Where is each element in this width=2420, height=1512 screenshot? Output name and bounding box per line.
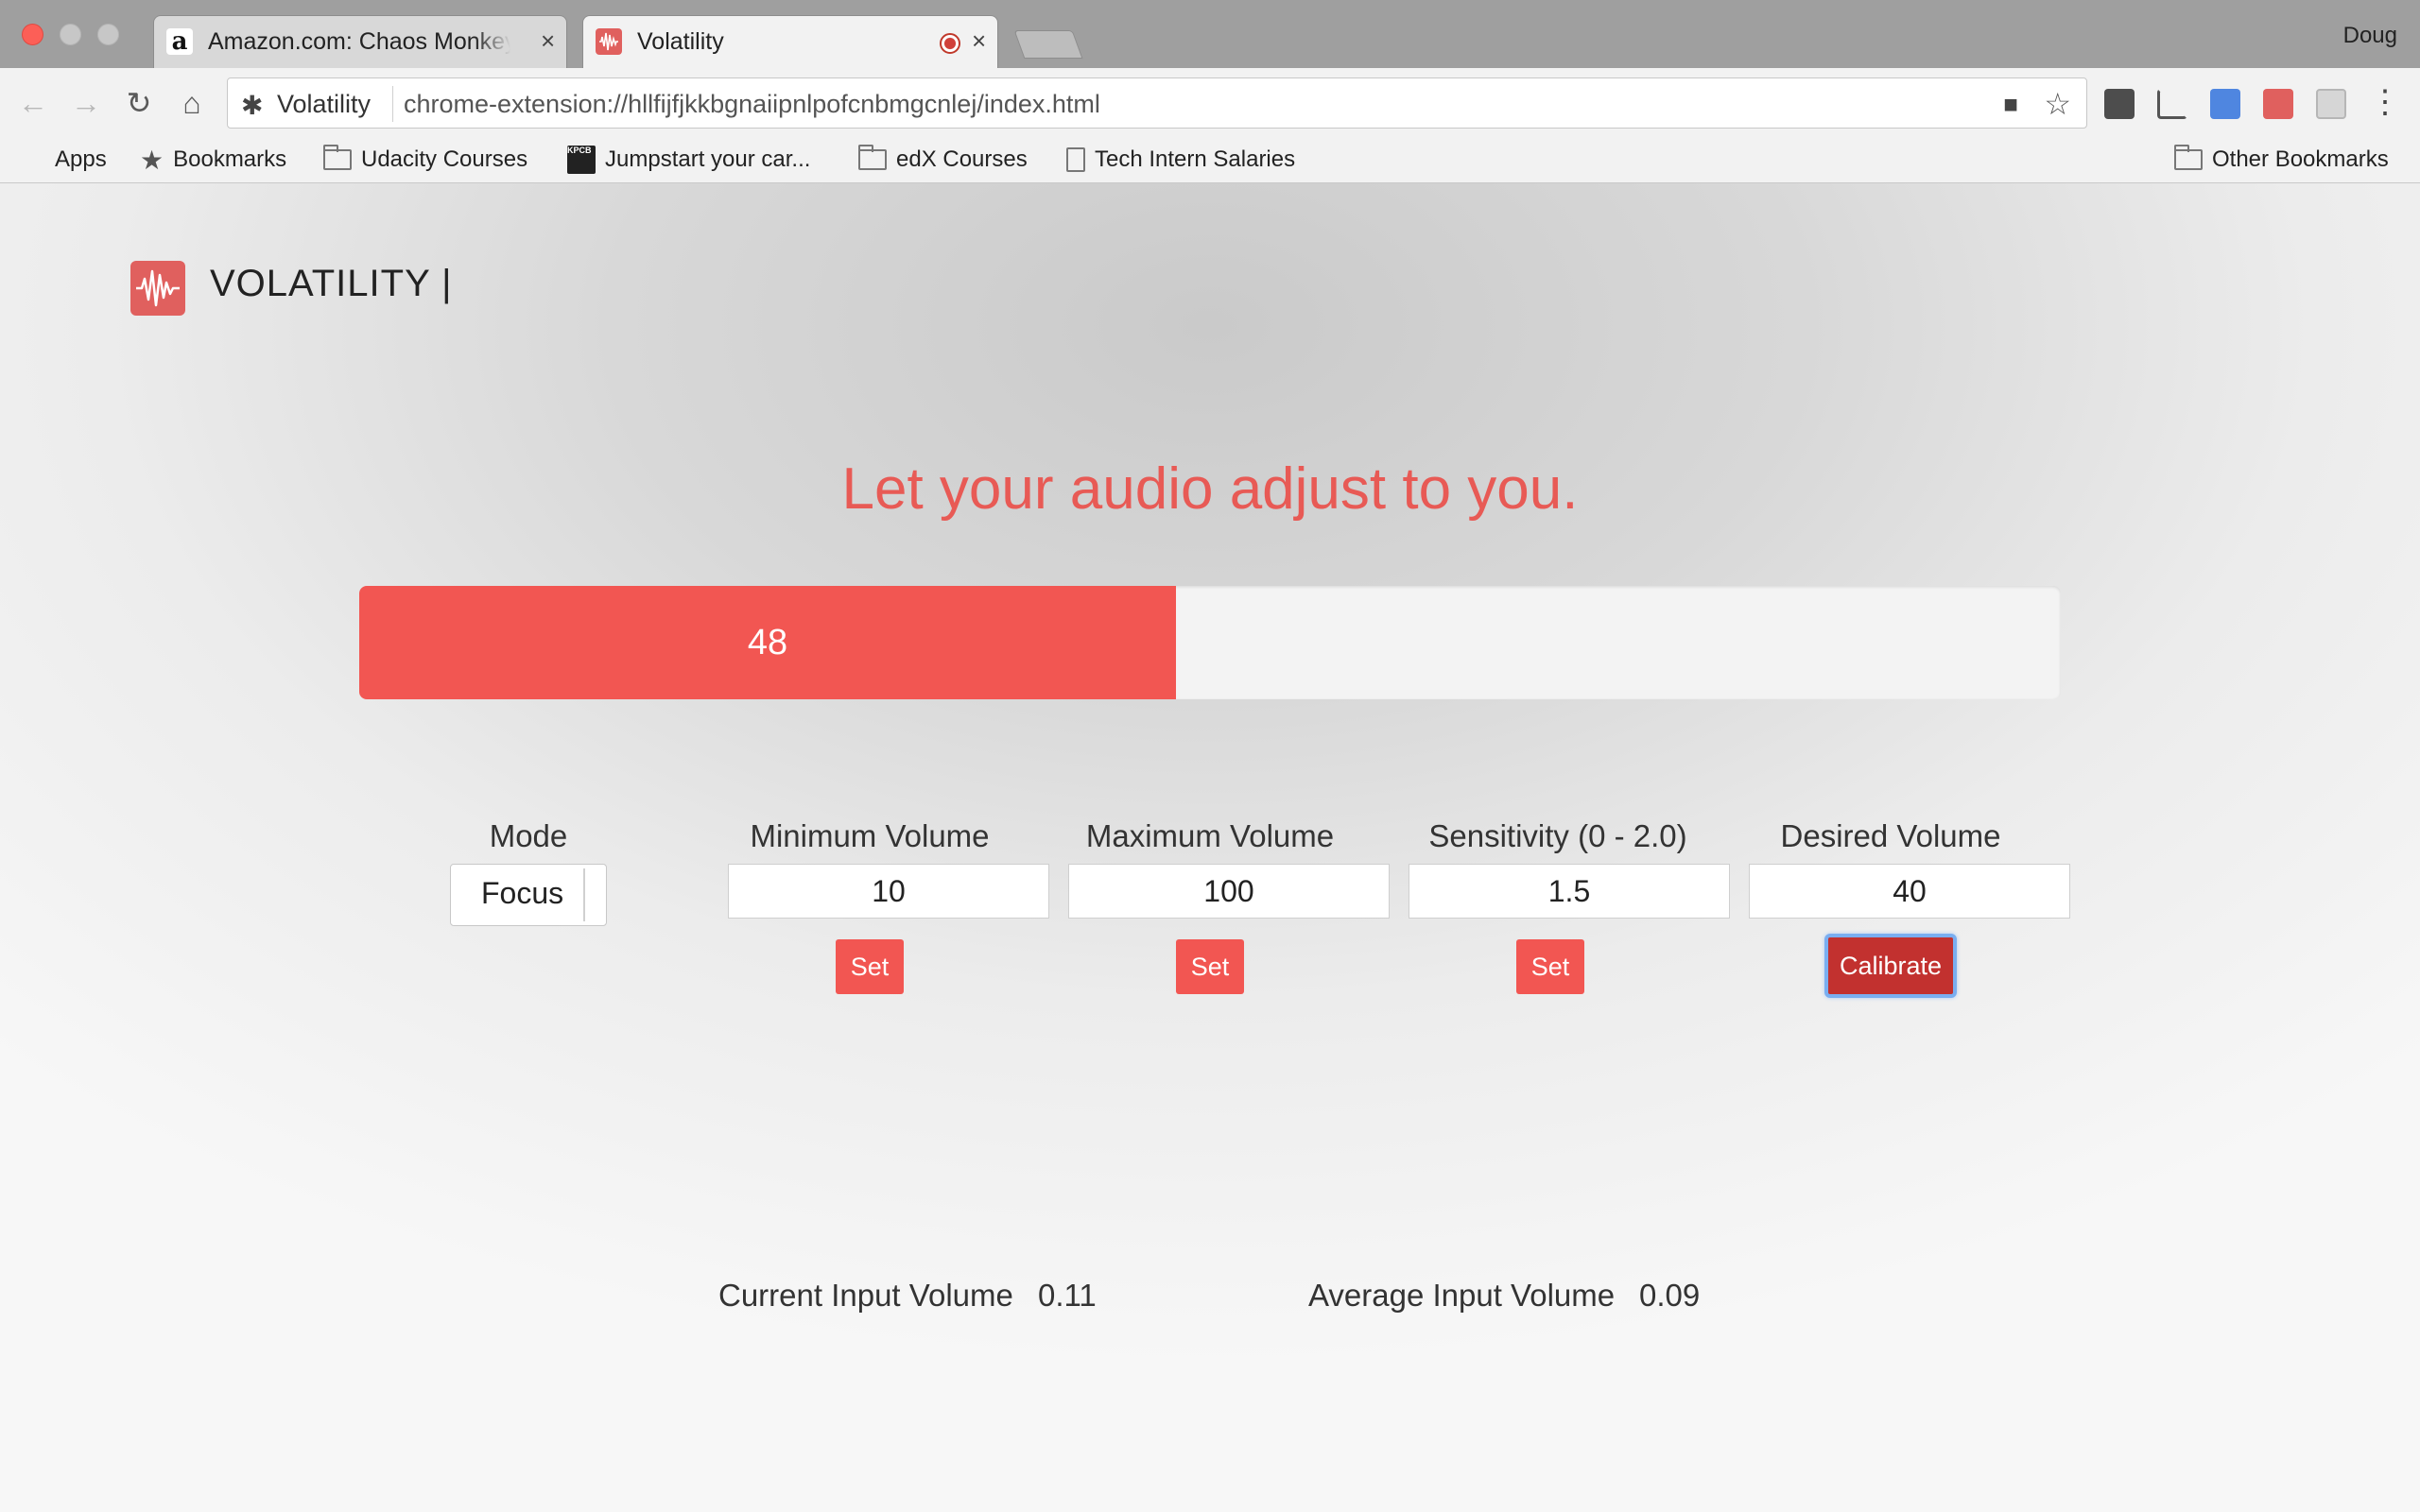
- bookmark-bookmarks[interactable]: ★ Bookmarks: [140, 144, 286, 176]
- volatility-extension-icon[interactable]: [2263, 89, 2293, 119]
- bookmark-jumpstart[interactable]: KPCB Jumpstart your car...: [567, 144, 810, 176]
- back-arrow-icon[interactable]: ←: [15, 85, 51, 121]
- site-chip: Volatility: [277, 90, 372, 118]
- profile-name[interactable]: Doug: [2343, 23, 2397, 49]
- average-input-volume-value: 0.09: [1639, 1278, 1701, 1313]
- extension-icon-3[interactable]: [2316, 89, 2346, 119]
- minimize-window-button[interactable]: [60, 24, 81, 45]
- bookmark-label: Tech Intern Salaries: [1095, 146, 1296, 172]
- kpcb-icon: KPCB: [567, 146, 596, 174]
- puzzle-piece-icon: ✱: [241, 91, 264, 120]
- new-tab-button[interactable]: [1013, 30, 1083, 59]
- bookmark-other-bookmarks[interactable]: Other Bookmarks: [2174, 144, 2389, 176]
- min-volume-set-button[interactable]: Set: [836, 939, 904, 994]
- home-icon[interactable]: ⌂: [174, 85, 210, 121]
- cast-icon[interactable]: [2157, 89, 2187, 119]
- recording-indicator-icon: [940, 33, 960, 54]
- page-icon: [1066, 147, 1085, 172]
- tagline: Let your audio adjust to you.: [841, 456, 1579, 522]
- bookmark-label: Jumpstart your car...: [605, 146, 811, 172]
- select-divider: [583, 868, 585, 921]
- url-text[interactable]: chrome-extension://hllfijfjkkbgnaiipnlpo…: [404, 90, 1100, 119]
- bookmark-label: Bookmarks: [173, 146, 287, 172]
- camera-icon[interactable]: ■: [2003, 90, 2018, 119]
- mode-label: Mode: [489, 818, 568, 853]
- extension-icon-1[interactable]: [2104, 89, 2135, 119]
- min-volume-label: Minimum Volume: [750, 818, 990, 853]
- mode-value: Focus: [481, 876, 564, 910]
- desired-volume-label: Desired Volume: [1780, 818, 2001, 853]
- close-window-button[interactable]: [22, 24, 43, 45]
- bookmark-label: Apps: [55, 146, 107, 172]
- close-tab-icon[interactable]: ×: [972, 26, 986, 56]
- average-input-volume-label: Average Input Volume: [1308, 1278, 1616, 1313]
- calibrate-button[interactable]: Calibrate: [1824, 934, 1957, 998]
- bookmark-label: edX Courses: [896, 146, 1028, 172]
- bookmark-star-icon[interactable]: ☆: [2044, 86, 2071, 122]
- divider: [392, 86, 393, 122]
- bookmark-tech-intern-salaries[interactable]: Tech Intern Salaries: [1066, 144, 1295, 176]
- tab-volatility[interactable]: Volatility ×: [569, 15, 1011, 68]
- volume-value: 48: [747, 622, 788, 662]
- volume-progress-fill: 48: [359, 586, 1176, 699]
- current-input-volume-value: 0.11: [1038, 1278, 1097, 1313]
- extension-icon-2[interactable]: [2210, 89, 2240, 119]
- sensitivity-set-button[interactable]: Set: [1516, 939, 1584, 994]
- browser-toolbar: ← → ↻ ⌂ ✱ Volatility chrome-extension://…: [0, 68, 2420, 138]
- close-tab-icon[interactable]: ×: [541, 26, 555, 56]
- bookmark-apps[interactable]: Apps: [23, 144, 107, 176]
- tab-strip: a Amazon.com: Chaos Monkeys: Obscene For…: [0, 0, 2420, 68]
- folder-icon: [2174, 145, 2203, 170]
- forward-arrow-icon[interactable]: →: [68, 85, 104, 121]
- volatility-page: VOLATILITY | Let your audio adjust to yo…: [0, 183, 2420, 1512]
- maximize-window-button[interactable]: [97, 24, 119, 45]
- bookmarks-bar: Apps ★ Bookmarks Udacity Courses KPCB Ju…: [0, 138, 2420, 183]
- bookmark-edx-courses[interactable]: edX Courses: [858, 144, 1028, 176]
- tab-amazon[interactable]: a Amazon.com: Chaos Monkeys: Obscene For…: [140, 15, 580, 68]
- mode-select[interactable]: Focus: [450, 864, 607, 926]
- sensitivity-input[interactable]: 1.5: [1409, 864, 1730, 919]
- tab-title: Volatility: [637, 28, 724, 55]
- max-volume-input[interactable]: 100: [1068, 864, 1390, 919]
- bookmark-label: Udacity Courses: [361, 146, 528, 172]
- volume-progress-bar: 48: [359, 586, 2061, 699]
- max-volume-set-button[interactable]: Set: [1176, 939, 1244, 994]
- folder-icon: [858, 145, 887, 170]
- desired-volume-input[interactable]: 40: [1749, 864, 2070, 919]
- reload-icon[interactable]: ↻: [121, 85, 157, 121]
- brand-name: VOLATILITY |: [210, 263, 453, 304]
- max-volume-label: Maximum Volume: [1085, 818, 1335, 853]
- apps-grid-icon: [23, 148, 45, 171]
- address-bar[interactable]: ✱ Volatility chrome-extension://hllfijfj…: [227, 77, 2087, 129]
- volatility-icon: [596, 28, 622, 55]
- tab-title: Amazon.com: Chaos Monkeys: Obscene Fortu…: [208, 28, 510, 55]
- min-volume-input[interactable]: 10: [728, 864, 1049, 919]
- amazon-icon: a: [166, 27, 193, 56]
- bookmark-label: Other Bookmarks: [2212, 146, 2389, 172]
- star-icon: ★: [140, 145, 164, 175]
- chrome-menu-icon[interactable]: ⋮: [2369, 83, 2401, 121]
- current-input-volume-label: Current Input Volume: [718, 1278, 1013, 1313]
- folder-icon: [323, 145, 352, 170]
- bookmark-udacity-courses[interactable]: Udacity Courses: [323, 144, 527, 176]
- sensitivity-label: Sensitivity (0 - 2.0): [1428, 818, 1687, 853]
- volatility-logo-icon: [130, 261, 185, 316]
